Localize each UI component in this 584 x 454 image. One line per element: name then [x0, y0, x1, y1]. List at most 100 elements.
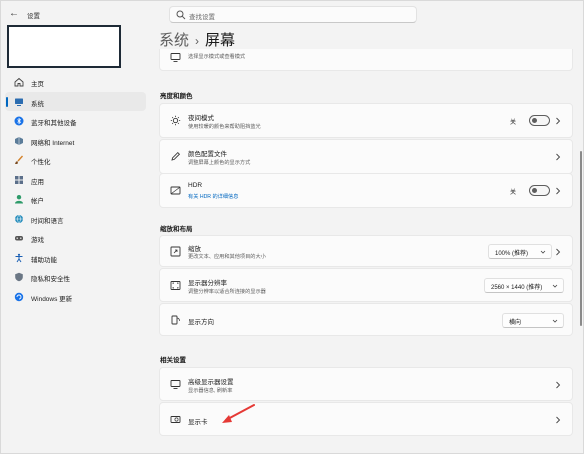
sidebar-item-label: 时间和语言 [31, 217, 64, 225]
red-arrow-icon [222, 404, 255, 423]
chevron-right-icon [556, 248, 561, 256]
color-profile-title: 颜色配置文件 [188, 151, 227, 158]
search-box[interactable]: 查找设置 [169, 6, 417, 23]
chevron-right-icon [556, 187, 561, 195]
section-brightness-color: 亮度和颜色 [160, 93, 193, 100]
orientation-title: 显示方向 [188, 319, 214, 326]
sidebar-nav: 主页 系统 蓝牙和其他设备 网络和 Internet 个性化 应用 帐户 时间和… [5, 72, 146, 306]
scale-dropdown[interactable]: 100% (推荐) [488, 244, 552, 259]
sidebar-item-label: 隐私和安全性 [31, 276, 70, 283]
sidebar-item-label: 系统 [31, 100, 44, 108]
graphics-title: 显示卡 [188, 419, 208, 426]
orientation-value: 横向 [509, 320, 522, 326]
advanced-display-title: 高级显示器设置 [188, 379, 234, 386]
back-arrow-icon[interactable]: ← [9, 8, 21, 20]
resolution-icon [170, 281, 181, 290]
night-light-row[interactable]: 夜间模式 使用较暖的颜色来帮助阻挡蓝光 关 [159, 103, 573, 138]
search-icon [176, 10, 186, 20]
breadcrumb-parent[interactable]: 系统 [159, 32, 189, 49]
sidebar-item-label: 个性化 [31, 159, 51, 166]
scale-description: 更改文本、应用和其他项目的大小 [188, 254, 266, 260]
display-mode-description: 选择显示模式或查看模式 [188, 54, 246, 60]
chevron-down-icon [552, 319, 558, 323]
toggle-state-label: 关 [510, 120, 517, 126]
sidebar-item-label: 应用 [31, 178, 44, 186]
toggle-knob [532, 188, 537, 193]
update-icon [14, 292, 24, 301]
night-light-title: 夜间模式 [188, 115, 214, 122]
hdr-icon [170, 186, 181, 195]
color-profile-row[interactable]: 颜色配置文件 调整屏幕上颜色的显示方式 [159, 139, 573, 174]
resolution-title: 显示器分辨率 [188, 280, 227, 287]
hdr-row[interactable]: HDR 有关 HDR 的详细信息 关 [159, 173, 573, 208]
monitor-icon [170, 380, 181, 389]
orientation-icon [171, 315, 180, 325]
sidebar-item-windows-update[interactable]: Windows 更新 [5, 287, 146, 307]
resolution-description: 调整分辨率以适合所连接的显示器 [188, 289, 266, 295]
bluetooth-icon [14, 116, 24, 126]
sidebar-item-privacy[interactable]: 隐私和安全性 [5, 267, 146, 287]
resolution-row: 显示器分辨率 调整分辨率以适合所连接的显示器 2560 × 1440 (推荐) [159, 268, 573, 302]
account-icon [15, 195, 23, 204]
sidebar-item-home[interactable]: 主页 [5, 72, 146, 92]
app-title: 设置 [27, 13, 40, 20]
advanced-display-description: 显示器信息, 刷新率 [188, 388, 233, 394]
system-icon [15, 98, 23, 106]
network-icon [15, 136, 23, 145]
page-title: 屏幕 [205, 32, 236, 49]
search-placeholder: 查找设置 [189, 14, 215, 21]
scale-title: 缩放 [188, 246, 201, 253]
sidebar-item-label: 游戏 [31, 237, 44, 244]
chevron-down-icon [552, 284, 558, 288]
shield-icon [15, 272, 23, 282]
brush-icon [15, 155, 24, 164]
section-related-settings: 相关设置 [160, 357, 186, 364]
display-mode-card[interactable]: 选择显示模式或查看模式 [159, 49, 573, 71]
apps-icon [15, 175, 23, 184]
sidebar-item-network[interactable]: 网络和 Internet [5, 131, 146, 151]
chevron-right-icon [556, 117, 561, 125]
orientation-row: 显示方向 横向 [159, 303, 573, 336]
sidebar-item-label: 网络和 Internet [31, 139, 75, 147]
settings-window: ← 设置 查找设置 主页 系统 蓝牙和其他设备 网络和 Internet 个性化 [0, 0, 584, 454]
title-bar: ← 设置 查找设置 [1, 1, 583, 27]
scale-row: 缩放 更改文本、应用和其他项目的大小 100% (推荐) [159, 235, 573, 267]
sidebar-item-apps[interactable]: 应用 [5, 170, 146, 190]
globe-icon [15, 214, 23, 223]
hdr-link[interactable]: 有关 HDR 的详细信息 [188, 193, 238, 200]
resolution-dropdown[interactable]: 2560 × 1440 (推荐) [484, 278, 564, 293]
scale-icon [170, 246, 181, 257]
advanced-display-row[interactable]: 高级显示器设置 显示器信息, 刷新率 [159, 367, 573, 401]
sidebar-item-gaming[interactable]: 游戏 [5, 228, 146, 248]
night-light-toggle[interactable] [529, 115, 550, 126]
sidebar-item-label: 蓝牙和其他设备 [31, 120, 77, 127]
color-pen-icon [171, 151, 181, 161]
toggle-state-label: 关 [510, 190, 517, 196]
chevron-right-icon [556, 416, 561, 424]
sidebar-item-system[interactable]: 系统 [5, 91, 146, 111]
scrollbar-thumb[interactable] [580, 151, 582, 326]
resolution-value: 2560 × 1440 (推荐) [491, 285, 543, 291]
home-icon [14, 77, 24, 87]
orientation-dropdown[interactable]: 横向 [502, 313, 564, 328]
sidebar-item-label: 辅助功能 [31, 256, 57, 264]
night-light-description: 使用较暖的颜色来帮助阻挡蓝光 [188, 124, 261, 130]
account-profile-box[interactable] [7, 25, 121, 68]
sidebar-item-bluetooth[interactable]: 蓝牙和其他设备 [5, 111, 146, 131]
chevron-down-icon [540, 250, 546, 254]
breadcrumb-separator: › [195, 34, 200, 48]
hdr-title: HDR [188, 182, 203, 189]
night-light-toggle-group: 关 [510, 115, 550, 127]
sidebar-item-label: 帐户 [31, 198, 44, 205]
settings-content: 选择显示模式或查看模式 亮度和颜色 夜间模式 使用较暖的颜色来帮助阻挡蓝光 关 … [159, 49, 573, 453]
sidebar-item-personalization[interactable]: 个性化 [5, 150, 146, 170]
sidebar-item-time-language[interactable]: 时间和语言 [5, 209, 146, 229]
toggle-knob [532, 118, 537, 123]
chevron-right-icon [556, 153, 561, 161]
hdr-toggle-group: 关 [510, 185, 550, 197]
sidebar-item-accessibility[interactable]: 辅助功能 [5, 248, 146, 268]
sidebar-item-accounts[interactable]: 帐户 [5, 189, 146, 209]
scale-value: 100% (推荐) [495, 251, 529, 257]
hdr-toggle[interactable] [529, 185, 550, 196]
game-icon [15, 236, 23, 241]
